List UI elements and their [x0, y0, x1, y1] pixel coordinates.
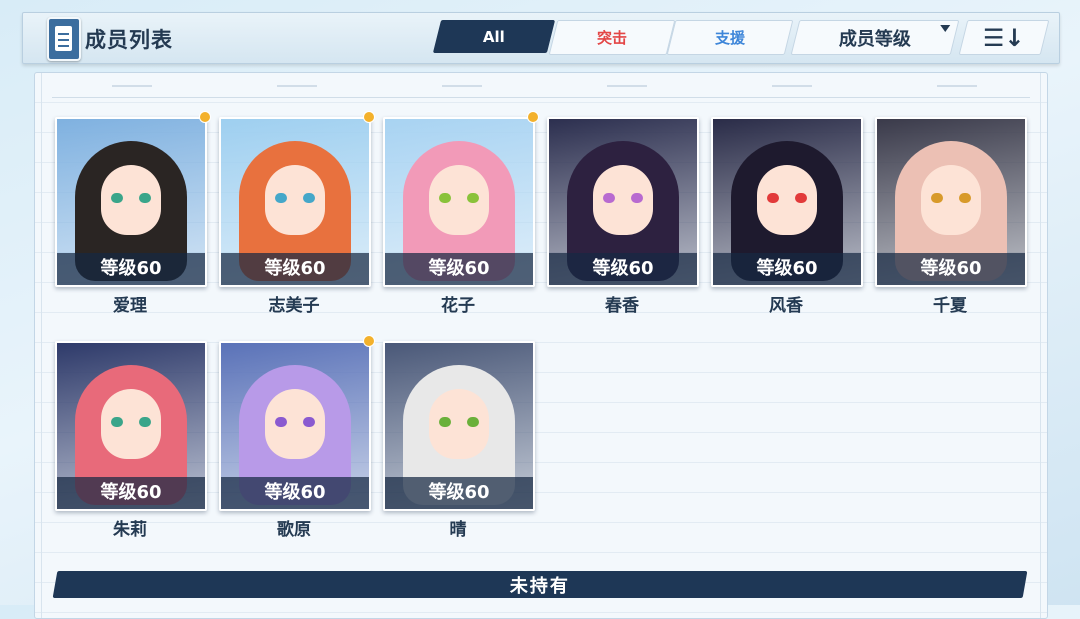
member-portrait: 等级60 [383, 341, 535, 511]
portrait-face [101, 165, 161, 235]
portrait-eye [467, 417, 479, 427]
member-card[interactable]: 等级60 千夏 [875, 117, 1027, 316]
member-name: 歌原 [277, 520, 311, 540]
tab-all-label: All [483, 27, 505, 46]
member-card[interactable]: 等级60 爱理 [55, 112, 210, 316]
portrait-eye [931, 193, 943, 203]
member-portrait: 等级60 [219, 341, 371, 511]
new-indicator-dot [528, 112, 538, 122]
member-card[interactable]: 等级60 春香 [547, 117, 699, 316]
member-level: 等级60 [877, 253, 1025, 285]
scrolled-row-remnant [42, 75, 1040, 89]
portrait-face [429, 389, 489, 459]
member-name: 风香 [769, 296, 803, 316]
new-indicator-dot [200, 112, 210, 122]
member-card[interactable]: 等级60 志美子 [219, 112, 374, 316]
member-level: 等级60 [713, 253, 861, 285]
member-name: 爱理 [113, 296, 147, 316]
portrait-eye [959, 193, 971, 203]
unowned-label: 未持有 [510, 575, 570, 597]
unowned-section-header: 未持有 [52, 571, 1028, 598]
member-card[interactable]: 等级60 风香 [711, 117, 863, 316]
portrait-eye [139, 193, 151, 203]
member-level: 等级60 [385, 477, 533, 509]
portrait-eye [275, 193, 287, 203]
portrait-eye [303, 417, 315, 427]
tab-support[interactable]: 支援 [666, 20, 794, 55]
portrait-eye [631, 193, 643, 203]
portrait-eye [439, 417, 451, 427]
member-portrait: 等级60 [55, 117, 207, 287]
member-portrait: 等级60 [219, 117, 371, 287]
member-level: 等级60 [221, 253, 369, 285]
portrait-eye [275, 417, 287, 427]
tab-assault[interactable]: 突击 [548, 20, 676, 55]
portrait-face [921, 165, 981, 235]
header-bar: 成员列表 All 突击 支援 成员等级 ☰↓ [22, 12, 1060, 64]
member-portrait: 等级60 [383, 117, 535, 287]
member-level: 等级60 [385, 253, 533, 285]
sort-order-button[interactable]: ☰↓ [958, 20, 1050, 55]
portrait-eye [139, 417, 151, 427]
sort-order-icon: ☰↓ [983, 23, 1025, 52]
divider [52, 97, 1030, 98]
member-level: 等级60 [221, 477, 369, 509]
member-name: 晴 [449, 520, 467, 540]
member-card[interactable]: 等级60 歌原 [219, 336, 374, 540]
member-portrait: 等级60 [711, 117, 863, 287]
member-portrait: 等级60 [875, 117, 1027, 287]
portrait-face [101, 389, 161, 459]
member-portrait: 等级60 [547, 117, 699, 287]
portrait-face [265, 389, 325, 459]
member-portrait: 等级60 [55, 341, 207, 511]
tab-all[interactable]: All [432, 20, 556, 53]
member-level: 等级60 [549, 253, 697, 285]
tab-support-label: 支援 [714, 29, 745, 47]
portrait-eye [795, 193, 807, 203]
member-level: 等级60 [57, 477, 205, 509]
new-indicator-dot [364, 112, 374, 122]
portrait-eye [467, 193, 479, 203]
member-name: 千夏 [933, 296, 967, 316]
portrait-eye [439, 193, 451, 203]
member-card[interactable]: 等级60 花子 [383, 112, 538, 316]
new-indicator-dot [364, 336, 374, 346]
portrait-eye [303, 193, 315, 203]
sort-dropdown[interactable]: 成员等级 [790, 20, 960, 55]
member-name: 春香 [605, 296, 639, 316]
member-card[interactable]: 等级60 朱莉 [55, 341, 207, 540]
portrait-eye [603, 193, 615, 203]
portrait-face [757, 165, 817, 235]
tab-assault-label: 突击 [596, 29, 627, 47]
member-name: 志美子 [268, 296, 320, 316]
dropdown-triangle-icon [940, 25, 951, 32]
portrait-face [593, 165, 653, 235]
portrait-face [429, 165, 489, 235]
portrait-eye [111, 193, 123, 203]
member-name: 朱莉 [113, 520, 147, 540]
sort-label: 成员等级 [839, 28, 911, 50]
member-level: 等级60 [57, 253, 205, 285]
portrait-face [265, 165, 325, 235]
member-list-icon [47, 17, 81, 61]
portrait-eye [767, 193, 779, 203]
portrait-eye [111, 417, 123, 427]
member-name: 花子 [441, 296, 475, 316]
member-card[interactable]: 等级60 晴 [383, 341, 535, 540]
page-title: 成员列表 [85, 28, 173, 52]
